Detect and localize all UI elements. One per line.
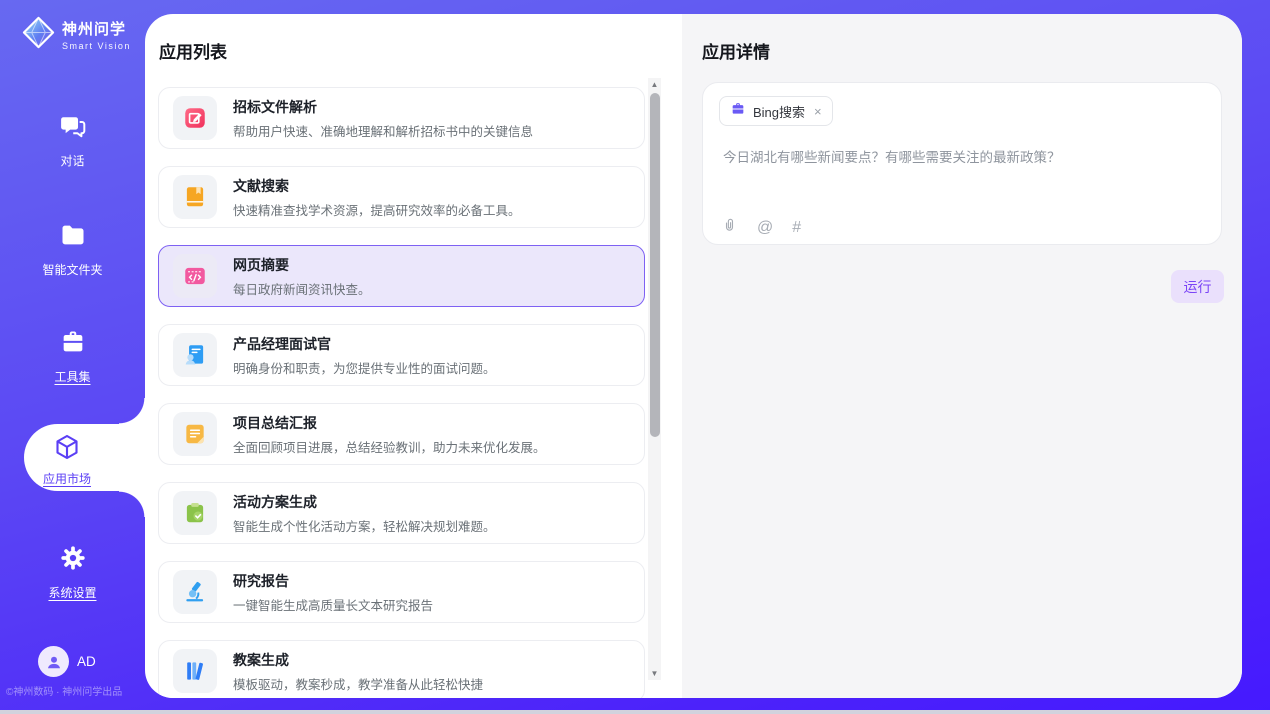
sidebar-item-settings[interactable]: 系统设置 xyxy=(0,544,145,601)
app-card-web-summary[interactable]: 网页摘要 每日政府新闻资讯快查。 xyxy=(158,245,645,307)
sidebar-item-label: 工具集 xyxy=(54,368,90,385)
scrollbar-up-icon[interactable]: ▲ xyxy=(648,78,661,91)
diamond-logo-icon xyxy=(21,15,56,55)
copyright-footer: ©神州数码 · 神州问学出品 xyxy=(6,683,145,698)
edit-doc-icon xyxy=(173,96,217,140)
sidebar-item-chat[interactable]: 对话 xyxy=(0,112,145,169)
app-desc: 明确身份和职责，为您提供专业性的面试问题。 xyxy=(233,358,496,377)
scrollbar-thumb[interactable] xyxy=(650,93,660,437)
app-title: 文献搜索 xyxy=(233,176,521,196)
app-title: 项目总结汇报 xyxy=(233,413,546,433)
user-avatar-icon xyxy=(44,652,64,672)
app-card-bid-doc-parse[interactable]: 招标文件解析 帮助用户快速、准确地理解和解析招标书中的关键信息 xyxy=(158,87,645,149)
app-title: 研究报告 xyxy=(233,571,433,591)
tool-tag-bing-search[interactable]: Bing搜索 × xyxy=(719,96,833,126)
list-scrollbar[interactable]: ▲ ▼ xyxy=(648,78,661,680)
app-list: 招标文件解析 帮助用户快速、准确地理解和解析招标书中的关键信息 文献搜索 快速精… xyxy=(158,87,645,698)
sidebar-item-label: 系统设置 xyxy=(48,584,96,601)
book-icon xyxy=(173,175,217,219)
app-title: 招标文件解析 xyxy=(233,97,533,117)
sidebar-item-toolset[interactable]: 工具集 xyxy=(0,328,145,385)
chat-icon xyxy=(59,112,87,145)
mention-icon[interactable]: @ xyxy=(757,218,773,238)
toolbox-icon xyxy=(59,328,87,361)
run-button[interactable]: 运行 xyxy=(1171,270,1224,303)
brand-subtitle: Smart Vision xyxy=(62,41,131,51)
microscope-icon xyxy=(173,570,217,614)
app-card-event-plan[interactable]: 活动方案生成 智能生成个性化活动方案，轻松解决规划难题。 xyxy=(158,482,645,544)
gear-icon xyxy=(59,544,87,577)
app-title: 活动方案生成 xyxy=(233,492,496,512)
web-code-icon xyxy=(173,254,217,298)
app-title: 产品经理面试官 xyxy=(233,334,496,354)
close-icon[interactable]: × xyxy=(814,104,822,119)
sidebar-item-smart-folder[interactable]: 智能文件夹 xyxy=(0,221,145,278)
briefcase-icon xyxy=(730,101,746,122)
app-card-pm-interviewer[interactable]: 产品经理面试官 明确身份和职责，为您提供专业性的面试问题。 xyxy=(158,324,645,386)
books-icon xyxy=(173,649,217,693)
app-desc: 全面回顾项目进展，总结经验教训，助力未来优化发展。 xyxy=(233,437,546,456)
app-desc: 模板驱动，教案秒成，教学准备从此轻松快捷 xyxy=(233,674,483,693)
main-panel: 应用列表 招标文件解析 帮助用户快速、准确地理解和解析招标书中的关键信息 xyxy=(145,14,1242,698)
note-icon xyxy=(173,412,217,456)
app-card-lesson-plan[interactable]: 教案生成 模板驱动，教案秒成，教学准备从此轻松快捷 xyxy=(158,640,645,698)
app-title: 网页摘要 xyxy=(233,255,371,275)
sidebar-item-label: 智能文件夹 xyxy=(42,261,102,278)
brand-name: 神州问学 xyxy=(62,18,131,39)
folder-icon xyxy=(59,221,87,254)
app-card-project-summary[interactable]: 项目总结汇报 全面回顾项目进展，总结经验教训，助力未来优化发展。 xyxy=(158,403,645,465)
app-card-research-report[interactable]: 研究报告 一键智能生成高质量长文本研究报告 xyxy=(158,561,645,623)
app-desc: 帮助用户快速、准确地理解和解析招标书中的关键信息 xyxy=(233,121,533,140)
app-desc: 每日政府新闻资讯快查。 xyxy=(233,279,371,298)
query-composer[interactable]: Bing搜索 × 今日湖北有哪些新闻要点？有哪些需要关注的最新政策？ @ # xyxy=(702,82,1222,245)
cube-icon xyxy=(52,432,82,467)
app-desc: 一键智能生成高质量长文本研究报告 xyxy=(233,595,433,614)
person-doc-icon xyxy=(173,333,217,377)
app-card-literature-search[interactable]: 文献搜索 快速精准查找学术资源，提高研究效率的必备工具。 xyxy=(158,166,645,228)
app-title: 教案生成 xyxy=(233,650,483,670)
clipboard-check-icon xyxy=(173,491,217,535)
topic-icon[interactable]: # xyxy=(792,218,801,238)
user-account[interactable]: AD xyxy=(38,646,96,677)
app-list-title: 应用列表 xyxy=(159,38,227,63)
avatar xyxy=(38,646,69,677)
window-bottom-edge xyxy=(0,710,1270,714)
brand-logo: 神州问学 Smart Vision xyxy=(21,15,131,55)
app-detail-panel: 应用详情 Bing搜索 × 今日湖北有哪些新闻要点？有哪些需要关注的最新政策？ xyxy=(682,14,1242,698)
app-desc: 快速精准查找学术资源，提高研究效率的必备工具。 xyxy=(233,200,521,219)
attachment-icon[interactable] xyxy=(721,215,738,240)
user-name: AD xyxy=(77,654,96,669)
sidebar: 神州问学 Smart Vision 对话 智能文件夹 xyxy=(0,0,145,714)
scrollbar-down-icon[interactable]: ▼ xyxy=(648,667,661,680)
sidebar-item-app-market[interactable]: 应用市场 xyxy=(24,424,145,491)
tool-tag-label: Bing搜索 xyxy=(753,102,805,121)
sidebar-item-label: 应用市场 xyxy=(43,470,91,487)
query-input[interactable]: 今日湖北有哪些新闻要点？有哪些需要关注的最新政策？ xyxy=(723,146,1203,166)
sidebar-item-label: 对话 xyxy=(60,152,84,169)
app-detail-title: 应用详情 xyxy=(702,38,770,63)
app-desc: 智能生成个性化活动方案，轻松解决规划难题。 xyxy=(233,516,496,535)
